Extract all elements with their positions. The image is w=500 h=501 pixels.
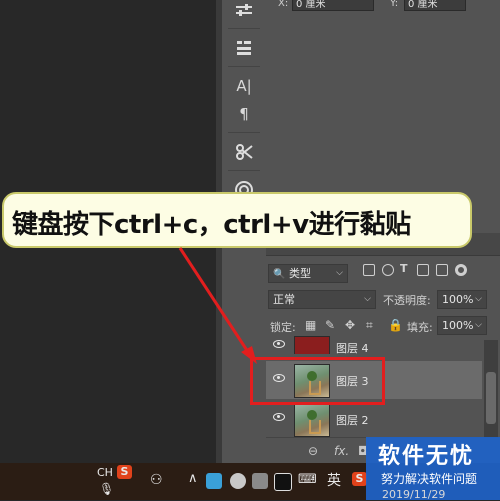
watermark-title: 软件无忧 [378,444,475,469]
app-tray-icon[interactable] [206,473,222,489]
microphone-icon[interactable]: 🎙 [99,482,114,496]
sogou-icon[interactable]: S [352,472,367,486]
watermark-subtitle: 努力解决软件问题 [381,472,478,486]
ime-mode-indicator[interactable]: 英 [327,470,341,490]
app-tray-icon[interactable] [230,473,246,489]
sogou-icon[interactable]: S [117,465,132,479]
app-tray-icon[interactable] [252,473,268,489]
app-tray-icon[interactable] [274,473,292,491]
callout-arrow [178,247,257,364]
layer-highlight-box [250,357,385,405]
chevron-up-icon[interactable]: ∧ [188,471,198,486]
people-icon[interactable]: ⚇ [150,472,163,488]
keyboard-icon[interactable]: ⌨ [298,472,317,487]
language-indicator[interactable]: CH [97,466,113,479]
clock-date: 2019/11/29 [382,488,446,501]
